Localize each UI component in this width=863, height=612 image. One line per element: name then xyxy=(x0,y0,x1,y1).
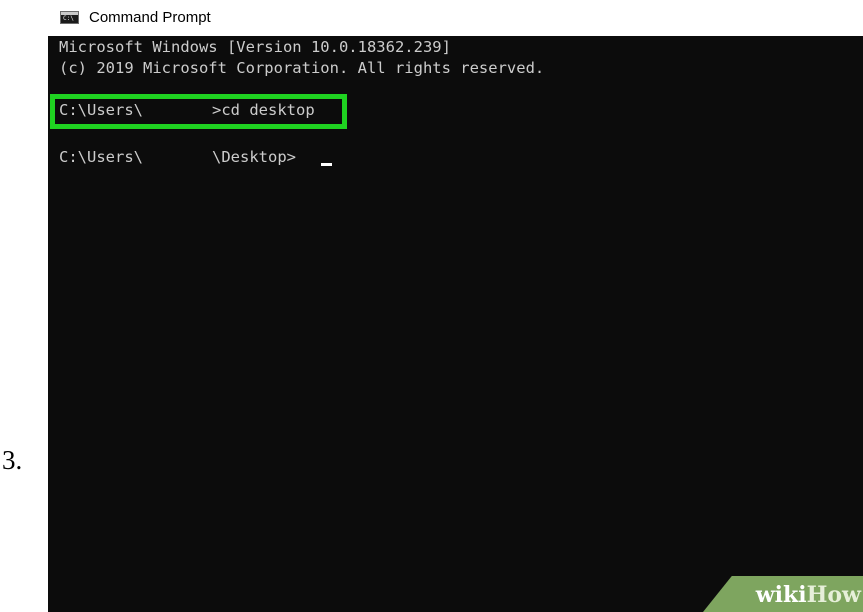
copyright-line: (c) 2019 Microsoft Corporation. All righ… xyxy=(59,59,545,77)
current-directory-path: \Desktop> xyxy=(212,148,296,166)
command-prompt-path: C:\Users\ xyxy=(59,101,143,119)
wikihow-logo-text: wikiHow xyxy=(756,582,861,608)
icon-glyph: C:\ xyxy=(63,15,74,22)
watermark-wiki: wiki xyxy=(755,582,807,608)
typed-command: >cd desktop xyxy=(212,101,315,119)
step-number: 3. xyxy=(2,445,23,475)
watermark-how: How xyxy=(806,582,861,608)
console-output-area[interactable]: Microsoft Windows [Version 10.0.18362.23… xyxy=(48,36,863,612)
version-line: Microsoft Windows [Version 10.0.18362.23… xyxy=(59,38,451,56)
blinking-cursor xyxy=(321,163,332,166)
tutorial-step-page: 3. C:\ Command Prompt Microsoft Windows … xyxy=(0,0,863,612)
result-prompt-line[interactable]: C:\Users\ \Desktop> xyxy=(59,147,332,247)
result-prompt-path: C:\Users\ xyxy=(59,148,143,166)
window-titlebar[interactable]: C:\ Command Prompt xyxy=(48,0,863,36)
command-prompt-window[interactable]: C:\ Command Prompt Microsoft Windows [Ve… xyxy=(48,0,863,612)
cmd-console-icon: C:\ xyxy=(60,11,79,24)
window-title: Command Prompt xyxy=(89,9,211,26)
